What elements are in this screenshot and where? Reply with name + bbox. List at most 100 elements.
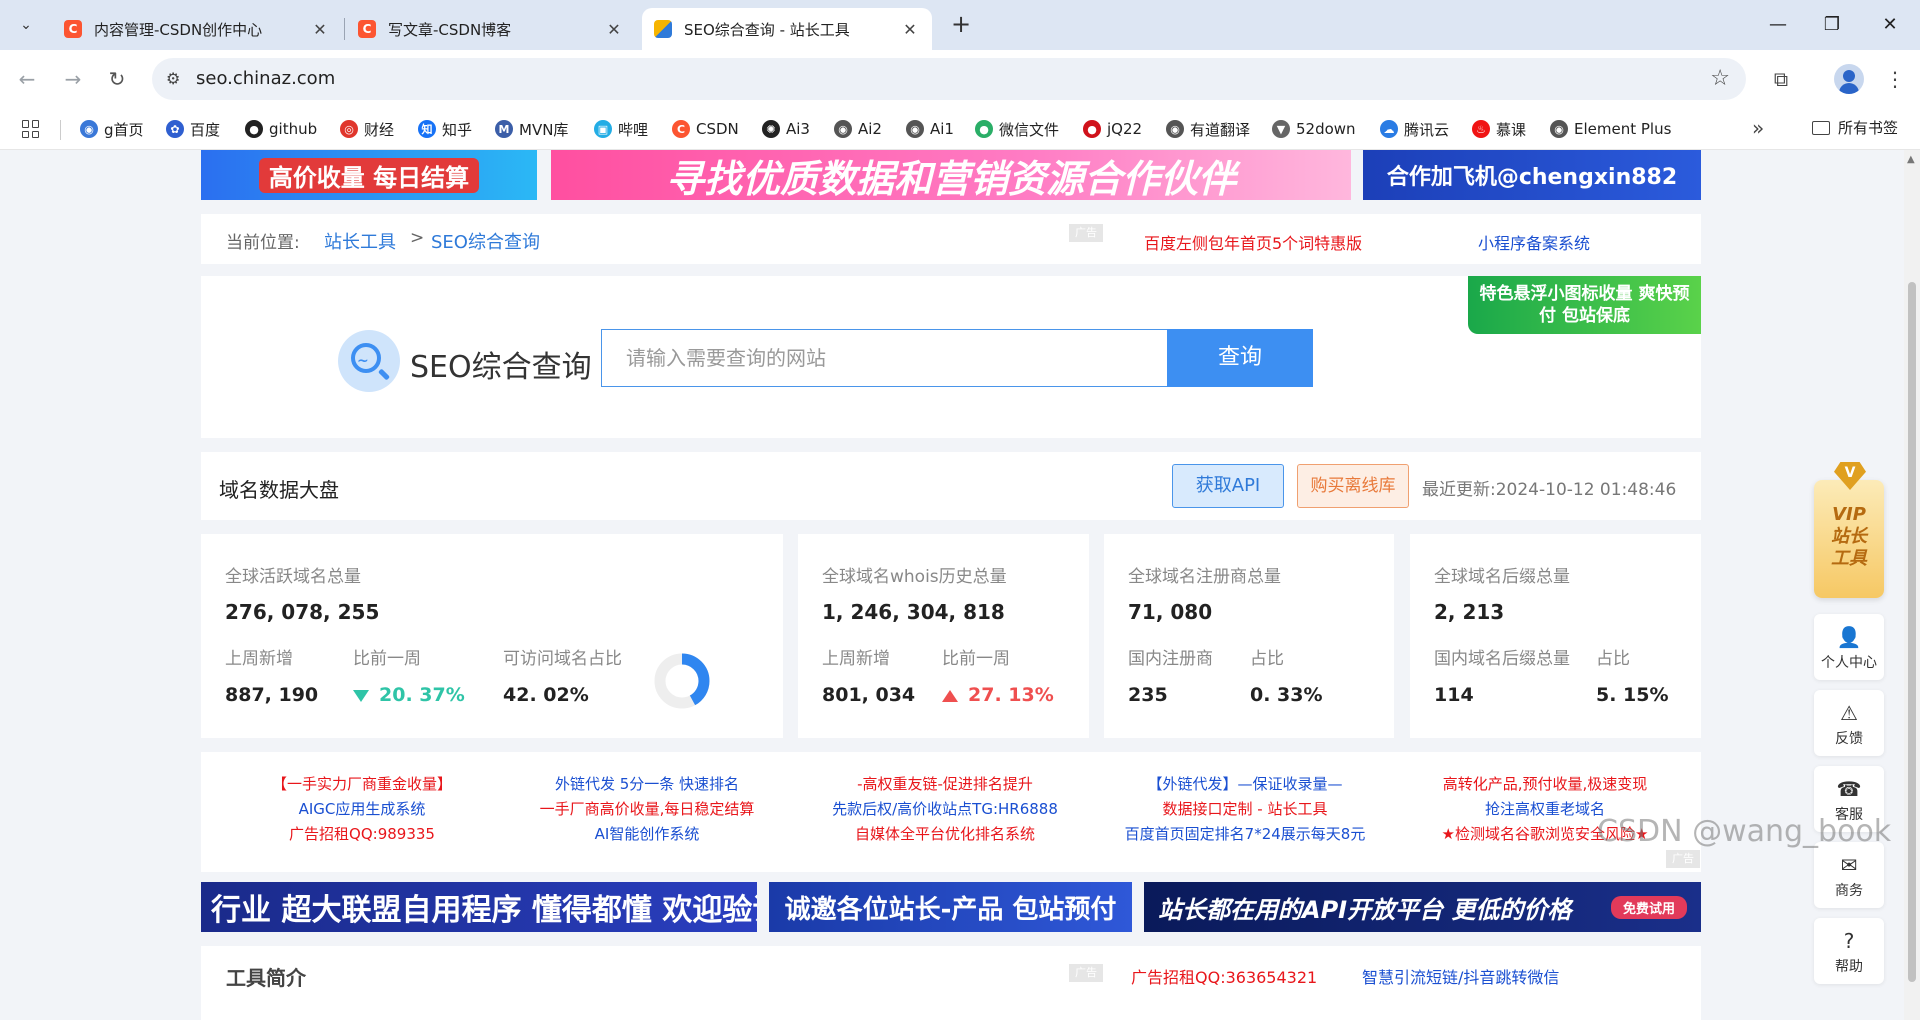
ad-link-rent[interactable]: 广告招租QQ:363654321 bbox=[1131, 964, 1317, 988]
bookmark-item[interactable]: ▼ 52down bbox=[1272, 117, 1356, 141]
side-item-user[interactable]: 👤 个人中心 bbox=[1814, 614, 1884, 680]
bookmark-item[interactable]: ● jQ22 bbox=[1083, 117, 1142, 141]
bookmark-item[interactable]: ◉ Ai2 bbox=[834, 117, 882, 141]
bookmark-label: 腾讯云 bbox=[1404, 120, 1450, 139]
bookmark-item[interactable]: 知知乎 bbox=[418, 117, 472, 141]
close-icon[interactable]: ✕ bbox=[604, 20, 624, 39]
text-ad-link[interactable]: 一手厂商高价收量,每日稳定结算 bbox=[507, 797, 787, 822]
apps-grid-icon[interactable] bbox=[22, 120, 40, 138]
side-item-handshake[interactable]: ✉ 商务 bbox=[1814, 842, 1884, 908]
text-ad-link[interactable]: 【外链代发】—保证收录量— bbox=[1105, 772, 1385, 797]
tab-search-chevron-icon[interactable]: ⌄ bbox=[10, 9, 42, 41]
new-tab-button[interactable]: + bbox=[946, 10, 976, 40]
banner-bottom-3[interactable]: 站长都在用的API开放平台 更低的价格 免费试用 bbox=[1144, 882, 1701, 932]
tab-csdn-content[interactable]: C 内容管理-CSDN创作中心 ✕ bbox=[52, 8, 342, 50]
bookmark-item[interactable]: ◉ 有道翻译 bbox=[1166, 117, 1250, 141]
globe-icon: ◉ bbox=[1550, 120, 1568, 138]
avatar-body bbox=[1839, 83, 1859, 94]
bookmark-label: Ai3 bbox=[786, 120, 810, 138]
extensions-icon[interactable]: ⧉ bbox=[1766, 64, 1796, 94]
search-button[interactable]: 查询 bbox=[1167, 329, 1313, 387]
stat-weekly: 887, 190 bbox=[225, 684, 319, 706]
side-item-help[interactable]: ? 帮助 bbox=[1814, 918, 1884, 984]
handshake-icon: ✉ bbox=[1840, 853, 1858, 877]
bookmark-item[interactable]: ● 微信文件 bbox=[975, 117, 1059, 141]
cloud-icon: ☁ bbox=[1380, 120, 1398, 138]
bookmark-item[interactable]: ◉ g首页 bbox=[80, 117, 144, 141]
address-bar[interactable]: ⚙ seo.chinaz.com ☆ bbox=[152, 58, 1746, 100]
stat-weekly: 801, 034 bbox=[822, 684, 916, 706]
page-scrollbar[interactable]: ▲ bbox=[1904, 150, 1920, 1020]
all-bookmarks-button[interactable]: 所有书签 bbox=[1812, 117, 1898, 138]
breadcrumb-current[interactable]: SEO综合查询 bbox=[431, 228, 540, 254]
page-viewport: 高价收量 每日结算 寻找优质数据和营销资源合作伙伴 合作加飞机@chengxin… bbox=[0, 150, 1920, 1020]
bookmark-star-icon[interactable]: ☆ bbox=[1710, 66, 1730, 91]
bookmarks-bar: ◉ g首页 ✿ 百度 ● github ◎ 财经 知知乎 M MVN库 ▣ 哔哩 C CSDN ✺ Ai3 ◉ Ai… bbox=[0, 108, 1920, 150]
back-arrow-icon[interactable]: ← bbox=[10, 62, 44, 96]
ad-link-baidu[interactable]: 百度左侧包年首页5个词特惠版 bbox=[1144, 230, 1362, 254]
bookmark-label: Element Plus bbox=[1574, 120, 1672, 138]
stat-sub-label: 国内域名后缀总量 bbox=[1434, 649, 1570, 669]
text-ad-link[interactable]: AI智能创作系统 bbox=[507, 822, 787, 847]
text-ad-link[interactable]: 自媒体全平台优化排名系统 bbox=[805, 822, 1085, 847]
bookmark-item[interactable]: C CSDN bbox=[672, 117, 739, 141]
minimize-icon[interactable]: — bbox=[1758, 10, 1798, 40]
close-icon[interactable]: ✕ bbox=[900, 20, 920, 39]
reload-icon[interactable]: ↻ bbox=[100, 62, 134, 96]
stat-card-suffix: 全球域名后缀总量 2, 213 国内域名后缀总量 114 占比 5. 15% bbox=[1410, 534, 1701, 738]
ad-link-shortlink[interactable]: 智慧引流短链/抖音跳转微信 bbox=[1362, 964, 1559, 988]
weibo-icon: ◎ bbox=[340, 120, 358, 138]
text-ad-link[interactable]: 先款后权/高价收站点TG:HR6888 bbox=[805, 797, 1085, 822]
bookmark-item[interactable]: ✺ Ai3 bbox=[762, 117, 810, 141]
banner-top-middle[interactable]: 寻找优质数据和营销资源合作伙伴 bbox=[551, 150, 1351, 200]
bookmark-item[interactable]: ◉ Element Plus bbox=[1550, 117, 1671, 141]
text-ad-link[interactable]: 高转化产品,预付收量,极速变现 bbox=[1405, 772, 1685, 797]
text-ad-link[interactable]: -高权重友链-促进排名提升 bbox=[805, 772, 1085, 797]
mvn-icon: M bbox=[495, 120, 513, 138]
stat-total: 1, 246, 304, 818 bbox=[822, 600, 1005, 624]
banner-bottom-2[interactable]: 诚邀各位站长-产品 包站预付 bbox=[769, 882, 1132, 932]
close-icon[interactable]: ✕ bbox=[310, 20, 330, 39]
bookmark-label: Ai1 bbox=[930, 120, 954, 138]
banner-top-left[interactable]: 高价收量 每日结算 bbox=[201, 150, 537, 200]
text-ad-link[interactable]: 百度首页固定排名7*24展示每天8元 bbox=[1105, 822, 1385, 847]
text-ad-link[interactable]: AIGC应用生成系统 bbox=[222, 797, 502, 822]
browser-menu-icon[interactable]: ⋮ bbox=[1880, 64, 1910, 94]
scroll-up-icon[interactable]: ▲ bbox=[1907, 154, 1915, 165]
bookmark-item[interactable]: ● github bbox=[245, 117, 317, 141]
breadcrumb-home-link[interactable]: 站长工具 bbox=[324, 228, 396, 254]
stat-total: 276, 078, 255 bbox=[225, 600, 380, 624]
search-input[interactable]: 请输入需要查询的网站 bbox=[601, 329, 1167, 387]
site-info-icon[interactable]: ⚙ bbox=[166, 69, 180, 88]
ad-link-miniprogram[interactable]: 小程序备案系统 bbox=[1478, 230, 1590, 254]
buy-offline-db-button[interactable]: 购买离线库 bbox=[1297, 464, 1409, 508]
tab-csdn-write[interactable]: C 写文章-CSDN博客 ✕ bbox=[346, 8, 636, 50]
stat-sub-label: 国内注册商 bbox=[1128, 649, 1213, 669]
forward-arrow-icon[interactable]: → bbox=[56, 62, 90, 96]
restore-icon[interactable]: ❐ bbox=[1812, 10, 1852, 40]
banner-vip-float[interactable]: 特色悬浮小图标收量 爽快预付 包站保底 bbox=[1468, 276, 1701, 334]
window-close-icon[interactable]: ✕ bbox=[1870, 10, 1910, 40]
text-ad-link[interactable]: 外链代发 5分一条 快速排名 bbox=[507, 772, 787, 797]
bookmarks-overflow-icon[interactable]: » bbox=[1752, 116, 1764, 140]
bookmark-item[interactable]: ◎ 财经 bbox=[340, 117, 394, 141]
bookmark-item[interactable]: ♨ 慕课 bbox=[1472, 117, 1526, 141]
bookmark-item[interactable]: ◉ Ai1 bbox=[906, 117, 954, 141]
banner-bottom-1[interactable]: 行业 超大联盟自用程序 懂得都懂 欢迎验证 bbox=[201, 882, 757, 932]
bookmark-item[interactable]: M MVN库 bbox=[495, 117, 568, 141]
bookmark-item[interactable]: ☁ 腾讯云 bbox=[1380, 117, 1449, 141]
profile-avatar[interactable] bbox=[1834, 64, 1864, 94]
get-api-button[interactable]: 获取API bbox=[1172, 464, 1284, 508]
text-ad-link[interactable]: 广告招租QQ:989335 bbox=[222, 822, 502, 847]
scrollbar-thumb[interactable] bbox=[1908, 282, 1916, 982]
bookmark-item[interactable]: ✿ 百度 bbox=[166, 117, 220, 141]
url-text[interactable]: seo.chinaz.com bbox=[196, 68, 335, 89]
text-ad-link[interactable]: 数据接口定制 - 站长工具 bbox=[1105, 797, 1385, 822]
text-ad-link[interactable]: 【一手实力厂商重金收量】 bbox=[222, 772, 502, 797]
stat-ratio-label: 占比 bbox=[1596, 649, 1630, 669]
side-item-feedback[interactable]: ⚠ 反馈 bbox=[1814, 690, 1884, 756]
banner-top-right[interactable]: 合作加飞机@chengxin882 bbox=[1363, 150, 1701, 200]
vip-float-badge[interactable]: V VIP 站长 工具 bbox=[1814, 462, 1884, 598]
tab-seo-chinaz[interactable]: SEO综合查询 - 站长工具 ✕ bbox=[642, 8, 932, 50]
bookmark-item[interactable]: ▣ 哔哩 bbox=[594, 117, 648, 141]
